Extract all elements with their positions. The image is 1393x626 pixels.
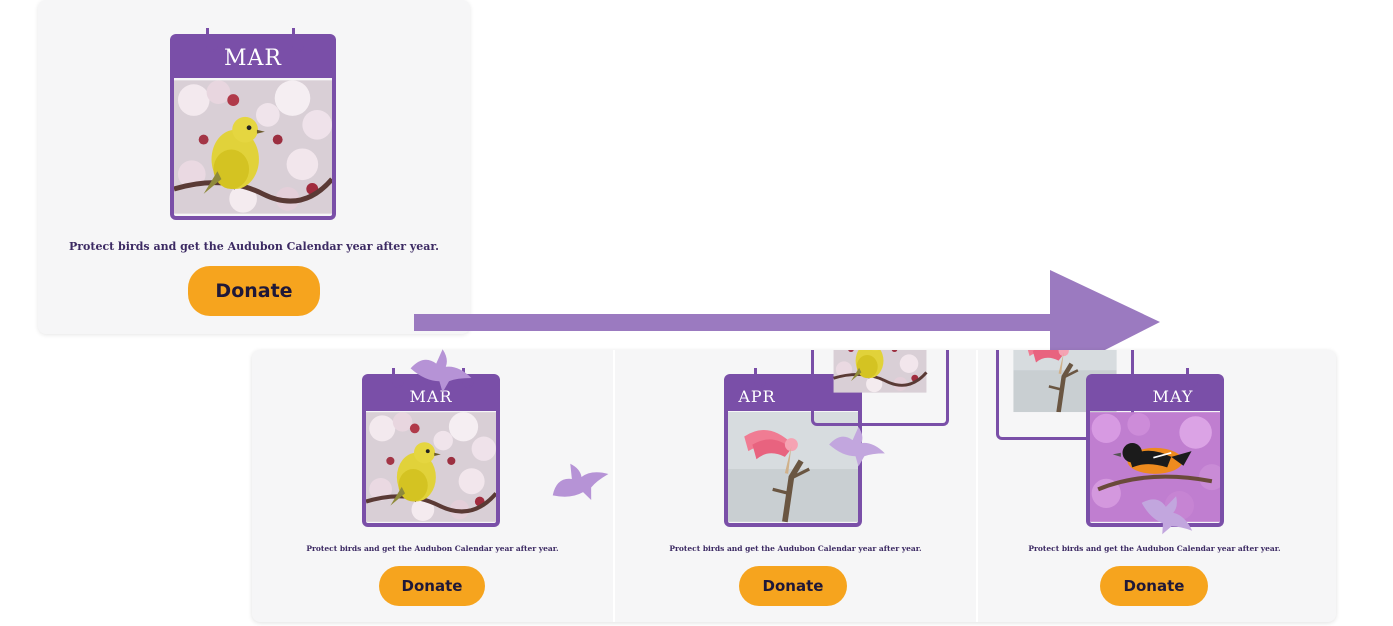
calendar-ring-icon [206,28,218,52]
yellow-warbler-photo [170,78,336,220]
yellow-warbler-photo [362,411,500,527]
donate-button[interactable]: Donate [379,566,485,606]
calendar-graphic: MAR [170,28,336,220]
calendar-month-header: MAY [1086,374,1224,411]
campaign-tagline: Protect birds and get the Audubon Calend… [1028,544,1281,553]
donate-button[interactable]: Donate [739,566,847,606]
calendar-ring-icon [292,28,304,52]
calendar-graphic: MAR [362,368,500,527]
calendar-month-label: MAY [1152,387,1194,406]
calendar-month-label: MAR [224,46,282,71]
calendar-month-header: MAR [170,34,336,78]
bird-silhouette-icon [404,346,478,394]
donate-button[interactable]: Donate [1100,566,1208,606]
sequence-card-apr: APR Protect birds and get the Audubon Ca… [615,350,976,622]
donate-button[interactable]: Donate [188,266,320,316]
campaign-tagline: Protect birds and get the Audubon Calend… [68,240,440,253]
bird-silhouette-icon [826,424,888,468]
calendar-month-label: APR [738,387,776,406]
calendar-ring-icon [392,368,404,388]
campaign-tagline: Protect birds and get the Audubon Calend… [306,544,559,553]
campaign-tagline: Protect birds and get the Audubon Calend… [669,544,922,553]
outgoing-warbler-photo [811,350,949,426]
hero-donation-card: MAR Protect birds and get the Audubon Ca… [38,0,470,334]
calendar-ring-icon [754,368,766,388]
calendar-ring-icon [1186,368,1198,388]
